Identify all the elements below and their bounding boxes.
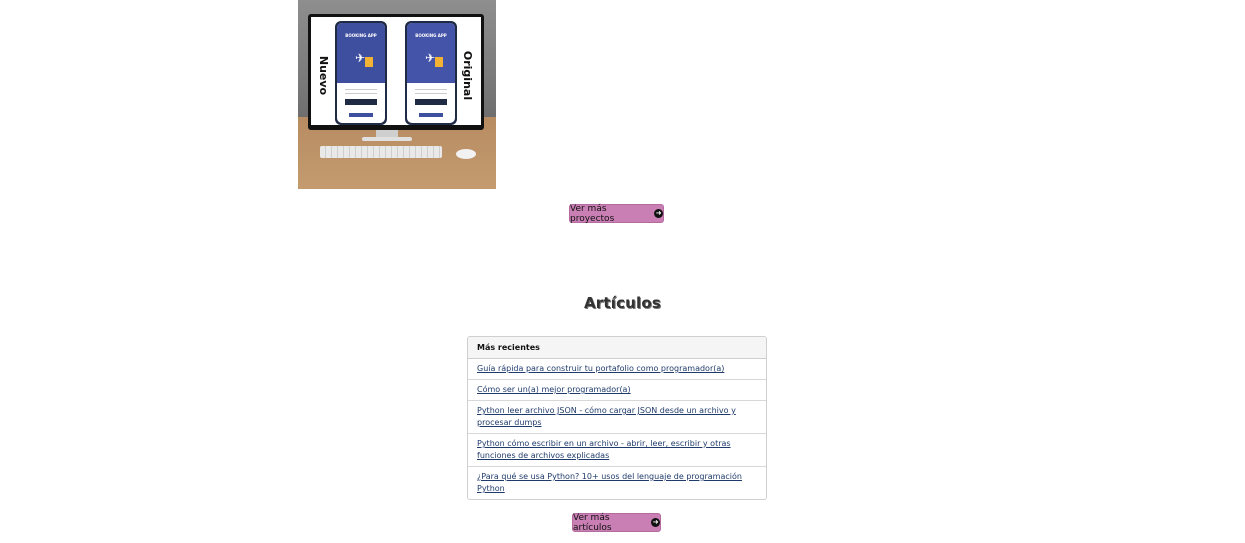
new-label: Nuevo bbox=[317, 55, 331, 95]
recent-articles-header: Más recientes bbox=[468, 337, 766, 359]
phone-mockup-new: BOOKING APP ✈ bbox=[335, 21, 387, 125]
arrow-circle-right-icon: ➜ bbox=[654, 209, 663, 218]
list-item: Cómo ser un(a) mejor programador(a) bbox=[468, 380, 766, 401]
phone-mockup-original: BOOKING APP ✈ bbox=[405, 21, 457, 125]
original-label: Original bbox=[461, 50, 475, 100]
more-articles-button[interactable]: Ver más artículos ➜ bbox=[572, 512, 661, 533]
project-thumbnail[interactable]: Nuevo BOOKING APP ✈ BOOKING APP ✈ Origin… bbox=[298, 0, 496, 189]
article-link[interactable]: Guía rápida para construir tu portafolio… bbox=[477, 364, 724, 373]
keyboard-illustration bbox=[320, 146, 442, 158]
arrow-circle-right-icon: ➜ bbox=[651, 518, 660, 527]
list-item: ¿Para qué se usa Python? 10+ usos del le… bbox=[468, 467, 766, 499]
more-articles-label: Ver más artículos bbox=[573, 512, 612, 533]
monitor-illustration: Nuevo BOOKING APP ✈ BOOKING APP ✈ Origin… bbox=[308, 14, 484, 130]
articles-title: Artículos bbox=[583, 294, 662, 312]
more-projects-label: Ver más proyectos bbox=[570, 203, 615, 224]
article-link[interactable]: Python cómo escribir en un archivo - abr… bbox=[477, 439, 731, 460]
more-projects-button[interactable]: Ver más proyectos ➜ bbox=[569, 203, 664, 224]
article-link[interactable]: Python leer archivo JSON - cómo cargar J… bbox=[477, 406, 736, 427]
article-link[interactable]: ¿Para qué se usa Python? 10+ usos del le… bbox=[477, 472, 742, 493]
list-item: Guía rápida para construir tu portafolio… bbox=[468, 359, 766, 380]
monitor-screen: Nuevo BOOKING APP ✈ BOOKING APP ✈ Origin… bbox=[311, 17, 481, 125]
article-link[interactable]: Cómo ser un(a) mejor programador(a) bbox=[477, 385, 631, 394]
mouse-illustration bbox=[456, 149, 476, 159]
recent-articles-card: Más recientes Guía rápida para construir… bbox=[467, 336, 767, 500]
list-item: Python leer archivo JSON - cómo cargar J… bbox=[468, 401, 766, 434]
list-item: Python cómo escribir en un archivo - abr… bbox=[468, 434, 766, 467]
monitor-stand-base bbox=[362, 137, 412, 141]
